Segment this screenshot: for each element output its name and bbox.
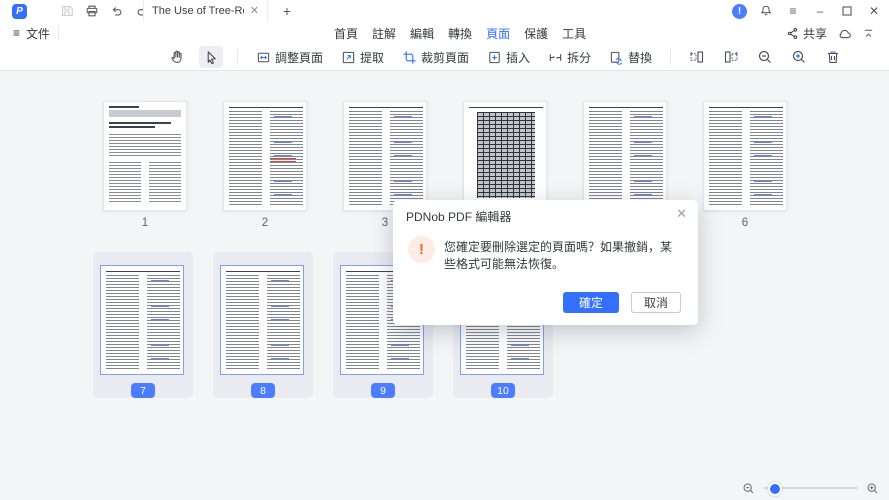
thumbnail-page-6[interactable]: 6 <box>703 101 787 229</box>
extract-button[interactable]: 提取 <box>337 46 388 69</box>
account-avatar[interactable]: ! <box>732 3 747 19</box>
maximize-button[interactable] <box>839 3 855 19</box>
tab-close-icon[interactable]: ✕ <box>250 5 259 17</box>
adjust-pages-icon <box>257 52 270 62</box>
app-logo-icon: P <box>12 3 27 19</box>
split-icon <box>549 53 562 61</box>
notification-bell-icon[interactable] <box>758 3 774 19</box>
menu-tools[interactable]: 工具 <box>561 22 587 45</box>
confirm-button[interactable]: 確定 <box>563 292 619 313</box>
split-button[interactable]: 拆分 <box>544 46 595 69</box>
insert-button[interactable]: 插入 <box>483 46 534 69</box>
menu-page[interactable]: 頁面 <box>485 22 512 47</box>
insert-icon <box>489 51 500 63</box>
thumbnail-page-7-selected[interactable]: 7 <box>93 252 193 398</box>
page-toolbar: 調整頁面 提取 裁剪頁面 插入 拆分 替換 <box>0 44 889 71</box>
menu-annotate[interactable]: 註解 <box>371 22 397 45</box>
titlebar: P ▾ The Use of Tree-Related... ✕ + ! <box>0 0 889 22</box>
document-tab[interactable]: The Use of Tree-Related... ✕ <box>143 0 268 22</box>
page-number: 6 <box>741 217 749 229</box>
menu-protect[interactable]: 保護 <box>523 22 549 45</box>
menu-convert[interactable]: 轉換 <box>447 22 473 45</box>
menubar: ≡ 文件 首頁 註解 編輯 轉換 頁面 保護 工具 共享 <box>0 22 889 47</box>
zoom-in-icon[interactable] <box>866 482 879 495</box>
minimize-button[interactable]: – <box>812 3 828 19</box>
rotate-right-icon[interactable] <box>719 46 743 68</box>
main-menu-icon[interactable]: ≡ <box>785 3 801 19</box>
crop-pages-icon <box>403 50 416 64</box>
selected-page-badge: 9 <box>371 383 395 398</box>
thumbnail-canvas: 1 2 3 4 5 6 7 8 <box>0 71 889 500</box>
extract-icon <box>342 51 355 63</box>
close-button[interactable]: ✕ <box>866 3 882 19</box>
file-menu[interactable]: ≡ 文件 <box>13 22 50 44</box>
save-icon[interactable] <box>59 3 75 19</box>
replace-button[interactable]: 替換 <box>605 46 656 69</box>
delete-pages-icon[interactable] <box>821 46 845 68</box>
hand-tool-icon[interactable] <box>165 46 189 68</box>
menu-edit[interactable]: 編輯 <box>409 22 435 45</box>
adjust-pages-button[interactable]: 調整頁面 <box>252 46 327 69</box>
thumbnail-page-8-selected[interactable]: 8 <box>213 252 313 398</box>
crop-pages-button[interactable]: 裁剪頁面 <box>398 46 473 69</box>
zoom-in-tool-icon[interactable] <box>787 46 811 68</box>
delete-confirmation-dialog: PDNob PDF 編輯器 ✕ ! 您確定要刪除選定的頁面嗎？如果撤銷，某些格式… <box>393 200 698 325</box>
zoom-out-icon[interactable] <box>742 482 755 495</box>
replace-icon <box>610 51 623 65</box>
app-window: P ▾ The Use of Tree-Related... ✕ + ! <box>0 0 889 500</box>
print-icon[interactable] <box>84 3 100 19</box>
thumbnail-page-2[interactable]: 2 <box>223 101 307 229</box>
share-button[interactable]: 共享 <box>786 25 827 42</box>
zoom-slider-handle[interactable] <box>768 482 782 496</box>
dialog-title: PDNob PDF 編輯器 <box>406 210 512 224</box>
menu-home[interactable]: 首頁 <box>333 22 359 45</box>
cloud-upload-icon[interactable] <box>837 26 852 41</box>
dialog-message: 您確定要刪除選定的頁面嗎？如果撤銷，某些格式可能無法恢復。 <box>444 240 673 271</box>
zoom-control <box>742 481 879 496</box>
tab-title: The Use of Tree-Related... <box>152 5 244 17</box>
file-menu-icon: ≡ <box>13 26 21 40</box>
selected-page-badge: 8 <box>251 383 275 398</box>
red-text-mark <box>270 158 296 164</box>
collapse-toolbar-icon[interactable] <box>862 27 875 40</box>
selected-page-badge: 10 <box>491 383 515 398</box>
page-number: 1 <box>141 217 149 229</box>
zoom-out-tool-icon[interactable] <box>753 46 777 68</box>
rotate-left-icon[interactable] <box>685 46 709 68</box>
page-number: 2 <box>261 217 269 229</box>
select-tool-icon[interactable] <box>199 46 223 68</box>
thumbnail-page-1[interactable]: 1 <box>103 101 187 229</box>
selected-page-badge: 7 <box>131 383 155 398</box>
undo-icon[interactable] <box>109 3 125 19</box>
new-tab-button[interactable]: + <box>278 2 296 20</box>
dialog-close-icon[interactable]: ✕ <box>676 206 687 222</box>
warning-icon: ! <box>408 236 435 263</box>
zoom-slider[interactable] <box>763 482 858 496</box>
share-icon <box>787 27 798 39</box>
cancel-button[interactable]: 取消 <box>631 292 681 313</box>
